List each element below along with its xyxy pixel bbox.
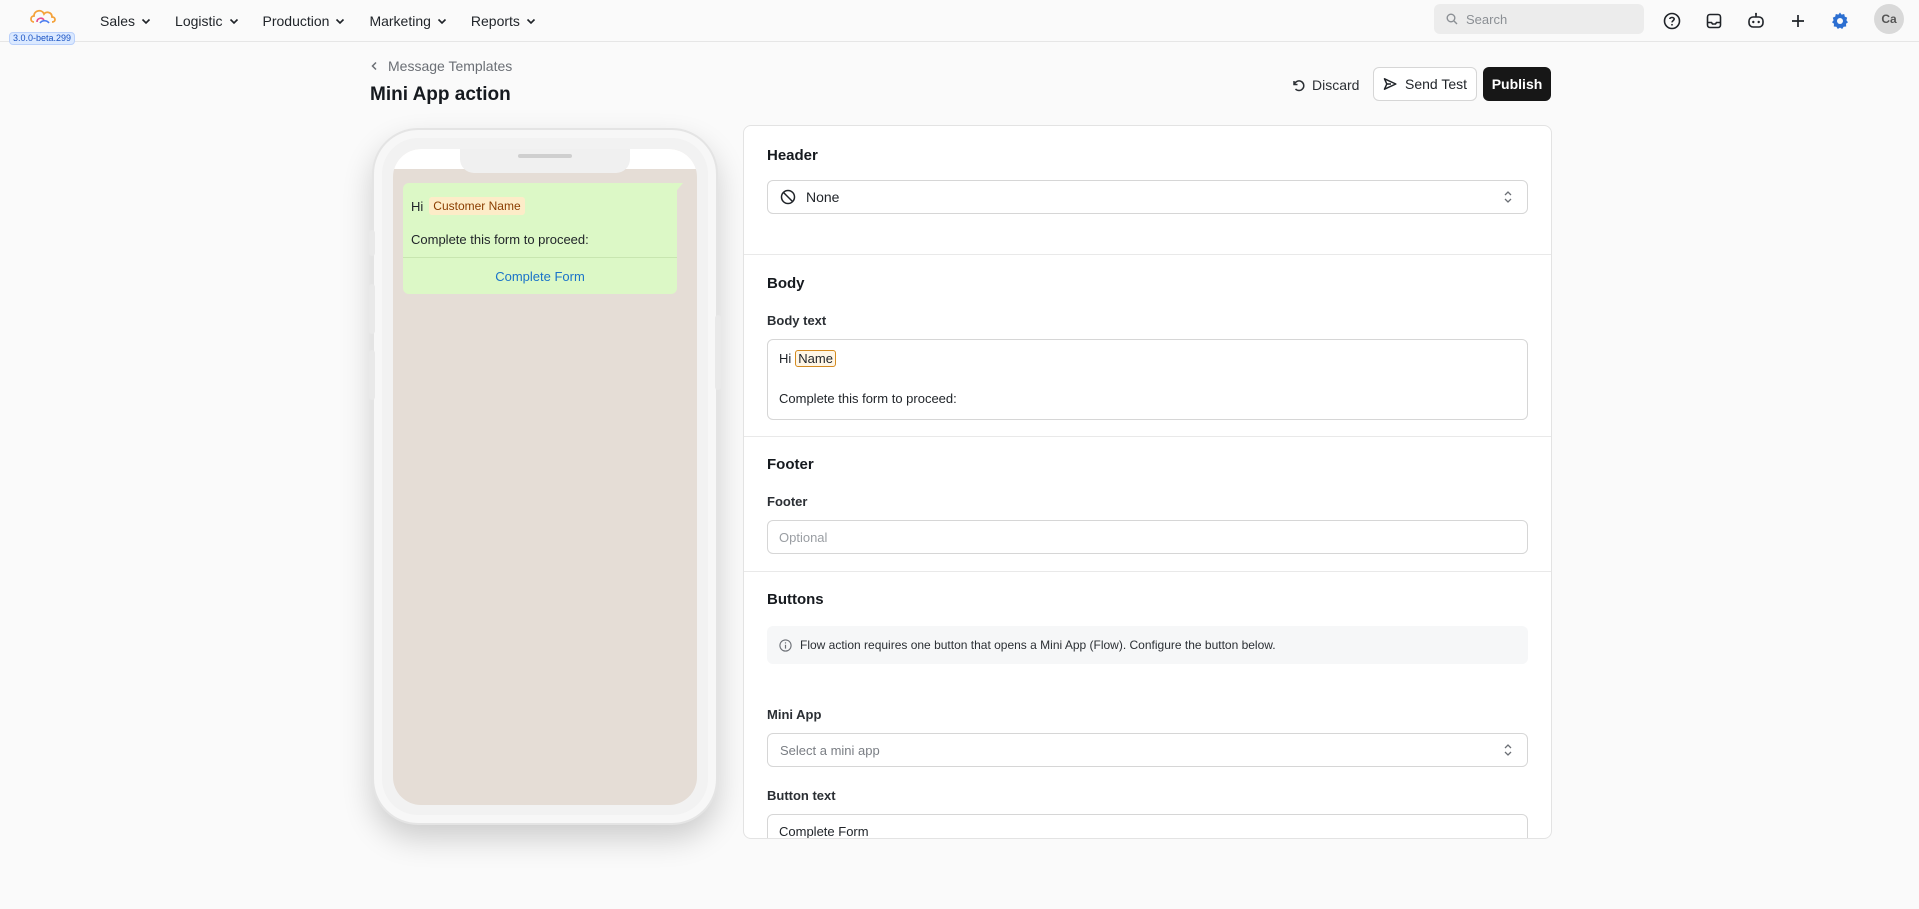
page-title: Mini App action (370, 84, 511, 105)
chat-preview-screen: Hi Customer Name Complete this form to p… (393, 149, 697, 805)
info-notice: Flow action requires one button that ope… (767, 626, 1528, 664)
menu-label: Production (262, 13, 330, 29)
menu-label: Logistic (175, 13, 223, 29)
robot-icon (1748, 12, 1764, 28)
phone-side-button (369, 284, 375, 334)
send-test-button[interactable]: Send Test (1373, 67, 1477, 101)
bot-button[interactable] (1743, 8, 1769, 34)
top-navigation: 3.0.0-beta.299 Sales Logistic Production… (0, 0, 1919, 45)
help-circle-icon (1663, 12, 1681, 30)
section-title: Buttons (767, 591, 824, 608)
menu-label: Marketing (369, 13, 431, 29)
add-button[interactable] (1785, 8, 1811, 34)
select-value: None (806, 189, 840, 205)
chevron-up-down-icon (1504, 744, 1512, 756)
menu-sales[interactable]: Sales (88, 0, 163, 42)
search-input[interactable] (1466, 11, 1626, 27)
discard-button[interactable]: Discard (1283, 70, 1367, 100)
body-text-editor[interactable]: Hi Name Complete this form to proceed: (767, 339, 1528, 420)
phone-notch (460, 149, 630, 173)
chevron-down-icon (526, 18, 536, 25)
field-label: Button text (767, 788, 836, 803)
bubble-body-text: Complete this form to proceed: (411, 232, 589, 247)
bubble-action-button[interactable]: Complete Form (403, 259, 677, 293)
breadcrumb-label: Message Templates (388, 58, 513, 74)
bubble-greeting-line: Hi Customer Name (411, 197, 525, 215)
send-icon (1383, 78, 1397, 90)
app-logo[interactable]: 3.0.0-beta.299 (6, 6, 78, 45)
field-label: Footer (767, 494, 808, 509)
footer-input[interactable] (767, 520, 1528, 554)
template-editor-panel: Header None Body Body text Hi Name Compl… (743, 125, 1552, 839)
body-text-line: Complete this form to proceed: (779, 391, 957, 406)
field-label: Body text (767, 313, 827, 328)
chevron-left-icon (371, 61, 377, 71)
inbox-button[interactable] (1701, 8, 1727, 34)
section-title: Header (767, 147, 818, 164)
search-icon (1446, 13, 1458, 25)
info-icon (779, 638, 792, 652)
settings-button[interactable] (1827, 8, 1853, 34)
discard-label: Discard (1312, 77, 1360, 93)
menu-logistic[interactable]: Logistic (163, 0, 250, 42)
header-type-select[interactable]: None (767, 180, 1528, 214)
bubble-greeting: Hi (411, 198, 424, 214)
section-title: Footer (767, 456, 814, 473)
help-button[interactable] (1659, 8, 1685, 34)
send-test-label: Send Test (1404, 76, 1467, 92)
plus-icon (1792, 15, 1804, 27)
publish-button[interactable]: Publish (1483, 67, 1551, 101)
gear-icon (1832, 12, 1848, 29)
body-section: Body Body text Hi Name Complete this for… (744, 255, 1551, 437)
menu-marketing[interactable]: Marketing (357, 0, 458, 42)
phone-side-button (369, 230, 375, 256)
chevron-down-icon (437, 18, 446, 25)
variable-chip: Customer Name (429, 197, 525, 215)
breadcrumb[interactable]: Message Templates (370, 58, 512, 74)
inbox-icon (1706, 13, 1722, 29)
chevron-up-down-icon (1504, 191, 1512, 203)
chevron-down-icon (141, 18, 151, 25)
bubble-tail (673, 183, 683, 195)
message-bubble: Hi Customer Name Complete this form to p… (403, 183, 677, 294)
cloud-logo-icon (30, 9, 56, 24)
button-text-input[interactable] (767, 814, 1528, 838)
section-title: Body (767, 275, 805, 292)
info-text: Flow action requires one button that ope… (800, 638, 1276, 652)
main-menu: Sales Logistic Production Marketing Repo… (88, 0, 548, 42)
bubble-divider (403, 257, 677, 258)
select-placeholder: Select a mini app (780, 742, 880, 758)
menu-label: Sales (100, 13, 136, 29)
version-badge: 3.0.0-beta.299 (9, 32, 76, 45)
footer-section: Footer Footer (744, 437, 1551, 572)
menu-production[interactable]: Production (251, 0, 358, 42)
field-label: Mini App (767, 707, 822, 722)
menu-reports[interactable]: Reports (459, 0, 548, 42)
phone-side-button (369, 350, 375, 400)
variable-chip[interactable]: Name (795, 350, 836, 367)
phone-speaker (518, 154, 572, 158)
buttons-section: Buttons Flow action requires one button … (744, 572, 1551, 838)
body-greeting: Hi (779, 351, 792, 366)
chevron-down-icon (336, 18, 345, 25)
mini-app-select[interactable]: Select a mini app (767, 733, 1528, 767)
menu-label: Reports (470, 13, 520, 29)
global-search[interactable] (1434, 4, 1644, 34)
avatar[interactable]: Ca (1874, 4, 1904, 34)
chevron-down-icon (229, 18, 238, 25)
body-greeting-line: Hi Name (779, 350, 1516, 367)
undo-icon (1293, 80, 1305, 92)
phone-side-button (715, 315, 721, 390)
ban-icon (780, 189, 796, 205)
header-section: Header None (744, 126, 1551, 255)
